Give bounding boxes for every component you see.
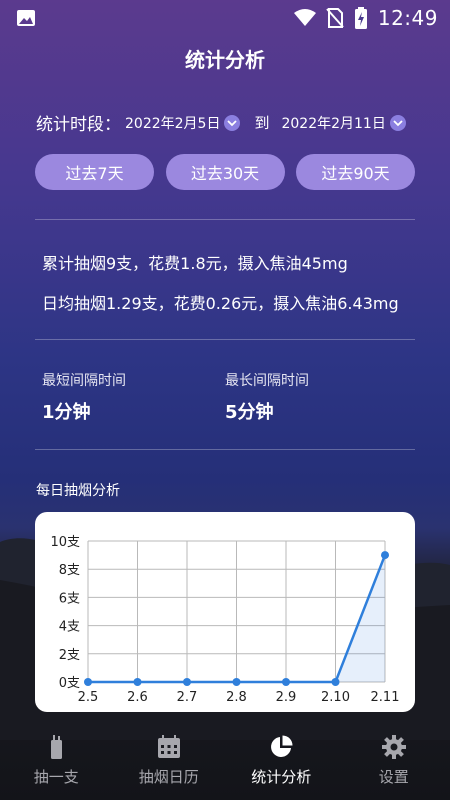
summary-daily-average: 日均抽烟1.29支，花费0.26元，摄入焦油6.43mg (42, 294, 399, 313)
gear-icon (381, 735, 406, 759)
data-point (381, 551, 389, 560)
longest-interval-label: 最长间隔时间 (225, 373, 309, 389)
end-date-dropdown[interactable] (389, 114, 406, 131)
clock-time: 12:49 (377, 6, 438, 30)
tab-label: 设置 (378, 768, 409, 786)
range-30-days-button[interactable]: 过去30天 (165, 154, 285, 190)
battery-charging-icon (354, 7, 367, 29)
shortest-interval: 最短间隔时间 1分钟 (42, 370, 126, 424)
period-selector: 统计时段： 2022年2月5日 到 2022年2月11日 (36, 110, 406, 135)
start-date-dropdown[interactable] (224, 114, 241, 131)
bottom-tab-bar: 抽一支 抽烟日历 统计分析 设置 (0, 724, 450, 800)
x-tick-label: 2.8 (226, 690, 247, 705)
period-label: 统计时段： (36, 115, 121, 135)
divider (35, 219, 415, 220)
data-point (331, 678, 340, 686)
data-point (232, 678, 241, 686)
tab-label: 抽烟日历 (138, 768, 199, 786)
divider (35, 449, 415, 450)
daily-analysis-title: 每日抽烟分析 (36, 483, 120, 499)
x-tick-label: 2.6 (127, 690, 148, 705)
page-title: 统计分析 (185, 48, 265, 72)
calendar-icon (157, 735, 180, 758)
end-date[interactable]: 2022年2月11日 (281, 113, 385, 133)
chevron-down-icon (393, 119, 403, 126)
x-tick-label: 2.5 (78, 690, 99, 705)
data-point (84, 678, 92, 686)
divider (35, 339, 415, 340)
wifi-icon (293, 9, 316, 26)
summary-total: 累计抽烟9支，花费1.8元，摄入焦油45mg (42, 254, 348, 273)
range-buttons: 过去7天 过去30天 过去90天 (35, 154, 415, 190)
tab-label: 抽一支 (33, 768, 79, 786)
daily-smoking-chart: 0支 2支 4支 6支 8支 10支 2.5 2.6 2.7 2.8 2.9 2.10 2.11 (50, 535, 400, 705)
range-90-days-button[interactable]: 过去90天 (296, 154, 415, 190)
shortest-interval-value: 1分钟 (42, 402, 91, 423)
daily-chart-card: 0支 2支 4支 6支 8支 10支 2.5 2.6 2.7 2.8 2.9 2.10 2.11 (35, 512, 415, 712)
y-tick-label: 0支 (59, 676, 80, 691)
x-tick-label: 2.9 (276, 690, 297, 705)
image-icon (17, 10, 35, 26)
x-tick-label: 2.11 (371, 690, 400, 705)
y-tick-label: 8支 (59, 563, 80, 578)
data-point (282, 678, 290, 686)
pie-chart-icon (271, 735, 293, 757)
no-sim-icon (326, 8, 344, 28)
tab-smoke-one[interactable]: 抽一支 (0, 724, 113, 800)
cigarette-icon (51, 735, 63, 759)
start-date[interactable]: 2022年2月5日 (125, 113, 220, 133)
longest-interval: 最长间隔时间 5分钟 (225, 370, 309, 424)
y-tick-label: 6支 (59, 591, 80, 606)
range-7-days-button[interactable]: 过去7天 (35, 154, 154, 190)
y-tick-label: 4支 (59, 620, 80, 635)
data-point (133, 678, 142, 686)
to-label: 到 (254, 114, 270, 132)
status-bar: 12:49 (0, 0, 450, 36)
tab-label: 统计分析 (251, 768, 312, 786)
longest-interval-value: 5分钟 (225, 402, 274, 423)
y-tick-label: 2支 (59, 648, 80, 663)
shortest-interval-label: 最短间隔时间 (42, 373, 126, 389)
tab-calendar[interactable]: 抽烟日历 (113, 724, 226, 800)
tab-settings[interactable]: 设置 (338, 724, 450, 800)
tab-statistics[interactable]: 统计分析 (225, 724, 338, 800)
data-point (183, 678, 191, 686)
chevron-down-icon (227, 119, 238, 126)
x-tick-label: 2.7 (177, 690, 198, 705)
x-tick-label: 2.10 (321, 690, 350, 705)
y-tick-label: 10支 (50, 535, 80, 550)
